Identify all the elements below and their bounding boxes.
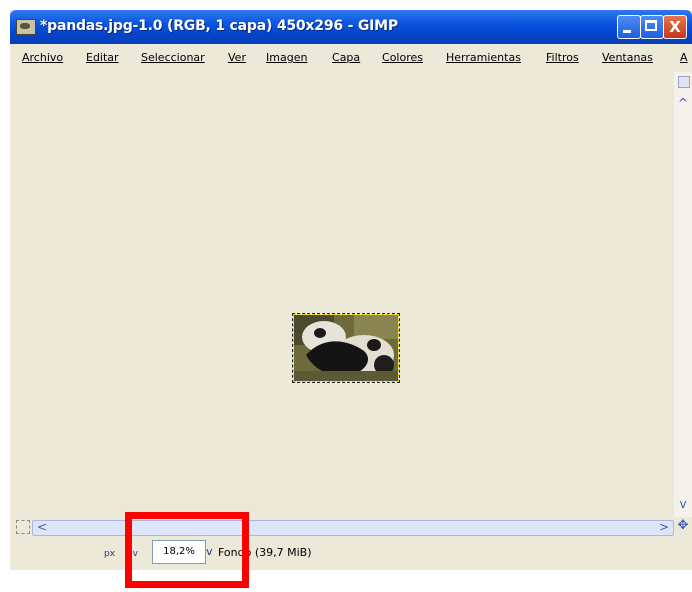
status-bar: px v 18,2% v Fondo (39,7 MiB) bbox=[10, 537, 692, 570]
scroll-up-icon[interactable]: ^ bbox=[674, 94, 692, 112]
panda-image-graphic bbox=[294, 315, 398, 381]
image-canvas[interactable] bbox=[10, 72, 672, 517]
quick-mask-icon[interactable] bbox=[16, 520, 30, 534]
close-button[interactable]: X bbox=[663, 15, 687, 39]
close-icon: X bbox=[669, 18, 681, 36]
menu-ayuda[interactable]: A bbox=[680, 51, 688, 64]
zoom-fit-icon[interactable] bbox=[678, 76, 690, 88]
menu-seleccionar[interactable]: Seleccionar bbox=[141, 51, 205, 64]
menu-bar: Archivo Editar Seleccionar Ver Imagen Ca… bbox=[10, 48, 692, 70]
unit-label: px bbox=[104, 549, 116, 559]
zoom-highlight-box bbox=[125, 512, 249, 588]
scroll-down-icon[interactable]: v bbox=[674, 495, 692, 513]
horizontal-scroll-row: < > ✥ bbox=[10, 517, 692, 537]
maximize-button[interactable] bbox=[640, 15, 664, 39]
scroll-left-icon[interactable]: < bbox=[35, 520, 49, 534]
panda-image[interactable] bbox=[292, 313, 400, 383]
menu-editar[interactable]: Editar bbox=[86, 51, 119, 64]
scroll-right-icon[interactable]: > bbox=[657, 520, 671, 534]
menu-ventanas[interactable]: Ventanas bbox=[602, 51, 653, 64]
minimize-button[interactable] bbox=[617, 15, 641, 39]
window-title: *pandas.jpg-1.0 (RGB, 1 capa) 450x296 - … bbox=[40, 18, 398, 34]
vertical-scrollbar[interactable]: ^ v bbox=[674, 72, 692, 517]
title-bar[interactable]: *pandas.jpg-1.0 (RGB, 1 capa) 450x296 - … bbox=[10, 10, 692, 44]
menu-ver[interactable]: Ver bbox=[228, 51, 246, 64]
menu-herramientas[interactable]: Herramientas bbox=[446, 51, 521, 64]
menu-capa[interactable]: Capa bbox=[332, 51, 360, 64]
menu-archivo[interactable]: Archivo bbox=[22, 51, 63, 64]
gimp-image-window: *pandas.jpg-1.0 (RGB, 1 capa) 450x296 - … bbox=[10, 10, 692, 570]
navigate-icon[interactable]: ✥ bbox=[676, 519, 690, 533]
menu-colores[interactable]: Colores bbox=[382, 51, 423, 64]
gimp-app-icon[interactable] bbox=[16, 19, 36, 35]
menu-imagen[interactable]: Imagen bbox=[266, 51, 307, 64]
menu-filtros[interactable]: Filtros bbox=[546, 51, 579, 64]
